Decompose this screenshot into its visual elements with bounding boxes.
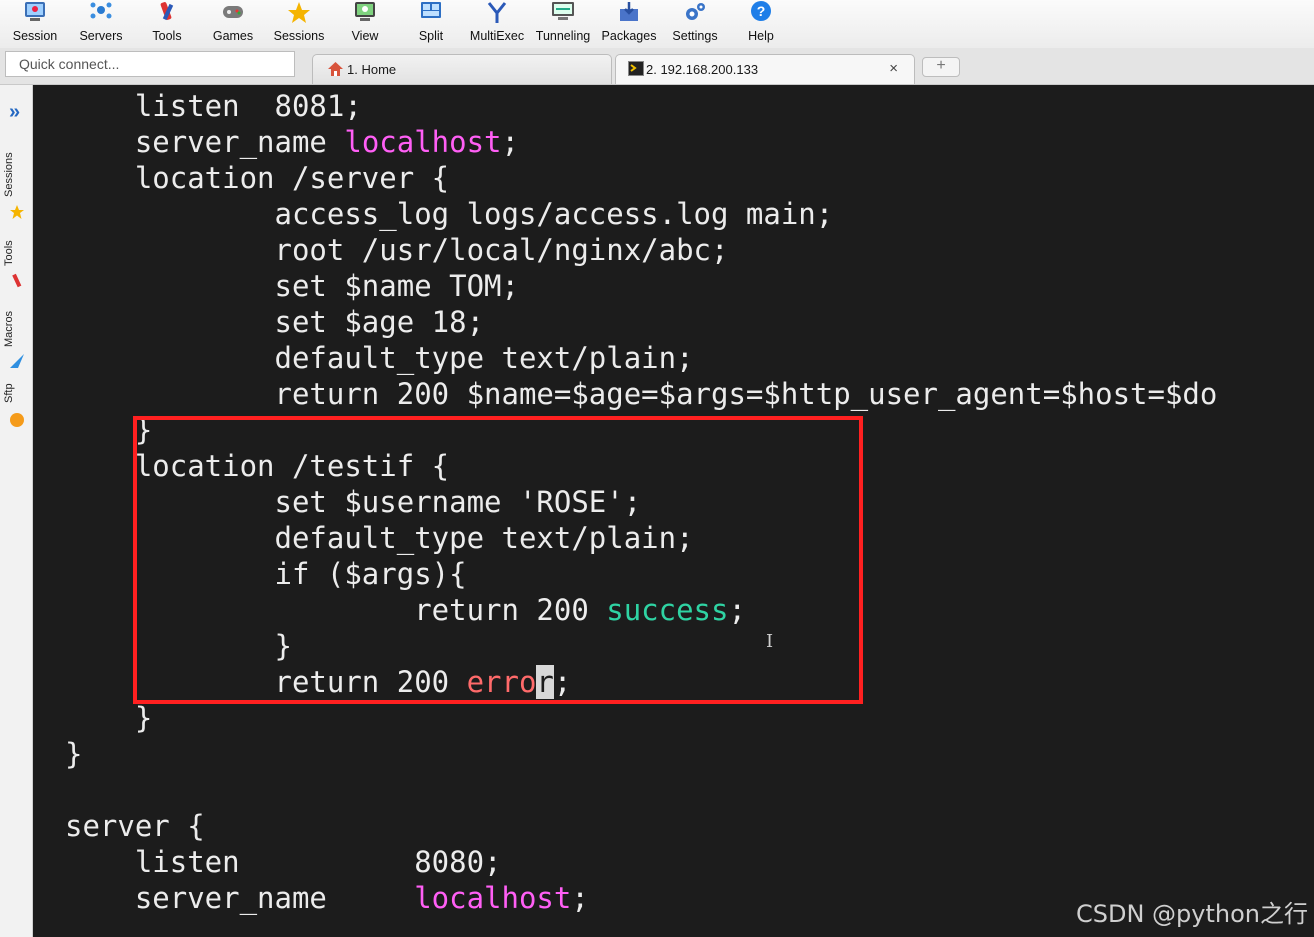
split-icon xyxy=(421,2,441,18)
terminal-line: server { xyxy=(65,809,205,843)
terminal-line: } xyxy=(65,701,153,735)
terminal-line: server_name localhost; xyxy=(65,881,589,915)
toolbar-label: Games xyxy=(212,29,254,43)
servers-icon xyxy=(90,2,112,19)
games-icon xyxy=(223,6,243,18)
macros-icon xyxy=(10,354,24,368)
toolbar-sessions-button[interactable]: Sessions xyxy=(266,0,332,48)
toolbar-label: Sessions xyxy=(273,29,325,43)
sidebar-tab-sessions[interactable]: Sessions xyxy=(3,152,15,197)
sftp-icon xyxy=(10,413,24,427)
toolbar-split-button[interactable]: Split xyxy=(398,0,464,48)
toolbar-label: Tunneling xyxy=(535,29,591,43)
toolbar-servers-button[interactable]: Servers xyxy=(68,0,134,48)
packages-icon xyxy=(620,2,638,21)
toolbar-label: Packages xyxy=(601,29,657,43)
quick-connect-input[interactable]: Quick connect... xyxy=(5,51,295,77)
settings-icon xyxy=(686,3,705,20)
terminal-line: root /usr/local/nginx/abc; xyxy=(65,233,729,267)
tab-bar: Quick connect... 1. Home 2. 192.168.200.… xyxy=(0,48,1314,85)
terminal-line: access_log logs/access.log main; xyxy=(65,197,834,231)
tools-icon xyxy=(12,273,22,288)
terminal-line: default_type text/plain; xyxy=(65,341,694,375)
tab-home-label: 1. Home xyxy=(347,62,397,77)
tools-icon xyxy=(160,2,174,21)
tunneling-icon xyxy=(552,2,574,20)
toolbar-label: Tools xyxy=(152,29,182,43)
terminal-line: return 200 $name=$age=$args=$http_user_a… xyxy=(65,377,1218,411)
main-toolbar: Session Servers Tools Games Sessions Vie… xyxy=(0,0,1314,48)
terminal-line: location /server { xyxy=(65,161,450,195)
sidebar-tab-tools[interactable]: Tools xyxy=(3,240,15,266)
toolbar-label: Settings xyxy=(672,29,718,43)
star-icon xyxy=(10,205,24,219)
toolbar-tunneling-button[interactable]: Tunneling xyxy=(530,0,596,48)
svg-text:?: ? xyxy=(757,3,766,19)
toolbar-label: Split xyxy=(418,29,444,43)
help-icon: ? xyxy=(751,1,771,21)
star-icon xyxy=(288,2,310,23)
toolbar-label: MultiExec xyxy=(469,29,525,43)
terminal-line: listen 8081; xyxy=(65,89,362,123)
terminal-line: server_name localhost; xyxy=(65,125,519,159)
close-icon[interactable]: × xyxy=(889,60,898,77)
new-tab-button[interactable]: + xyxy=(922,57,960,77)
toolbar-games-button[interactable]: Games xyxy=(200,0,266,48)
tab-home[interactable]: 1. Home xyxy=(312,54,612,84)
session-icon xyxy=(25,2,45,21)
toolbar-settings-button[interactable]: Settings xyxy=(662,0,728,48)
watermark: CSDN @python之行 xyxy=(1075,900,1308,928)
toolbar-packages-button[interactable]: Packages xyxy=(596,0,662,48)
toolbar-tools-button[interactable]: Tools xyxy=(134,0,200,48)
terminal-line: set $age 18; xyxy=(65,305,485,339)
toolbar-label: Session xyxy=(12,29,58,43)
toolbar-label: Servers xyxy=(79,29,123,43)
sidebar-tab-sftp[interactable]: Sftp xyxy=(3,383,15,403)
home-icon xyxy=(328,62,343,76)
terminal-line: listen 8080; xyxy=(65,845,502,879)
toolbar-label: Help xyxy=(748,29,774,43)
tab-ssh-label: 2. 192.168.200.133 xyxy=(646,62,759,77)
view-icon xyxy=(355,2,375,21)
tab-ssh-session[interactable]: 2. 192.168.200.133 × xyxy=(615,54,915,84)
left-sidebar: » Sessions Tools Macros Sftp xyxy=(0,85,33,937)
highlight-box xyxy=(133,416,863,704)
terminal-output[interactable]: listen 8081; server_name localhost; loca… xyxy=(33,85,1314,937)
expand-sidebar-icon[interactable]: » xyxy=(9,101,20,124)
sidebar-tab-macros[interactable]: Macros xyxy=(3,311,15,347)
terminal-line: set $name TOM; xyxy=(65,269,519,303)
toolbar-label: View xyxy=(351,29,379,43)
toolbar-help-button[interactable]: ? Help xyxy=(728,0,794,48)
terminal-icon xyxy=(628,61,644,76)
terminal-line: } xyxy=(65,737,83,771)
toolbar-session-button[interactable]: Session xyxy=(2,0,68,48)
multiexec-icon xyxy=(487,2,507,23)
toolbar-multiexec-button[interactable]: MultiExec xyxy=(464,0,530,48)
mouse-ibeam-cursor: I xyxy=(766,631,774,652)
toolbar-view-button[interactable]: View xyxy=(332,0,398,48)
